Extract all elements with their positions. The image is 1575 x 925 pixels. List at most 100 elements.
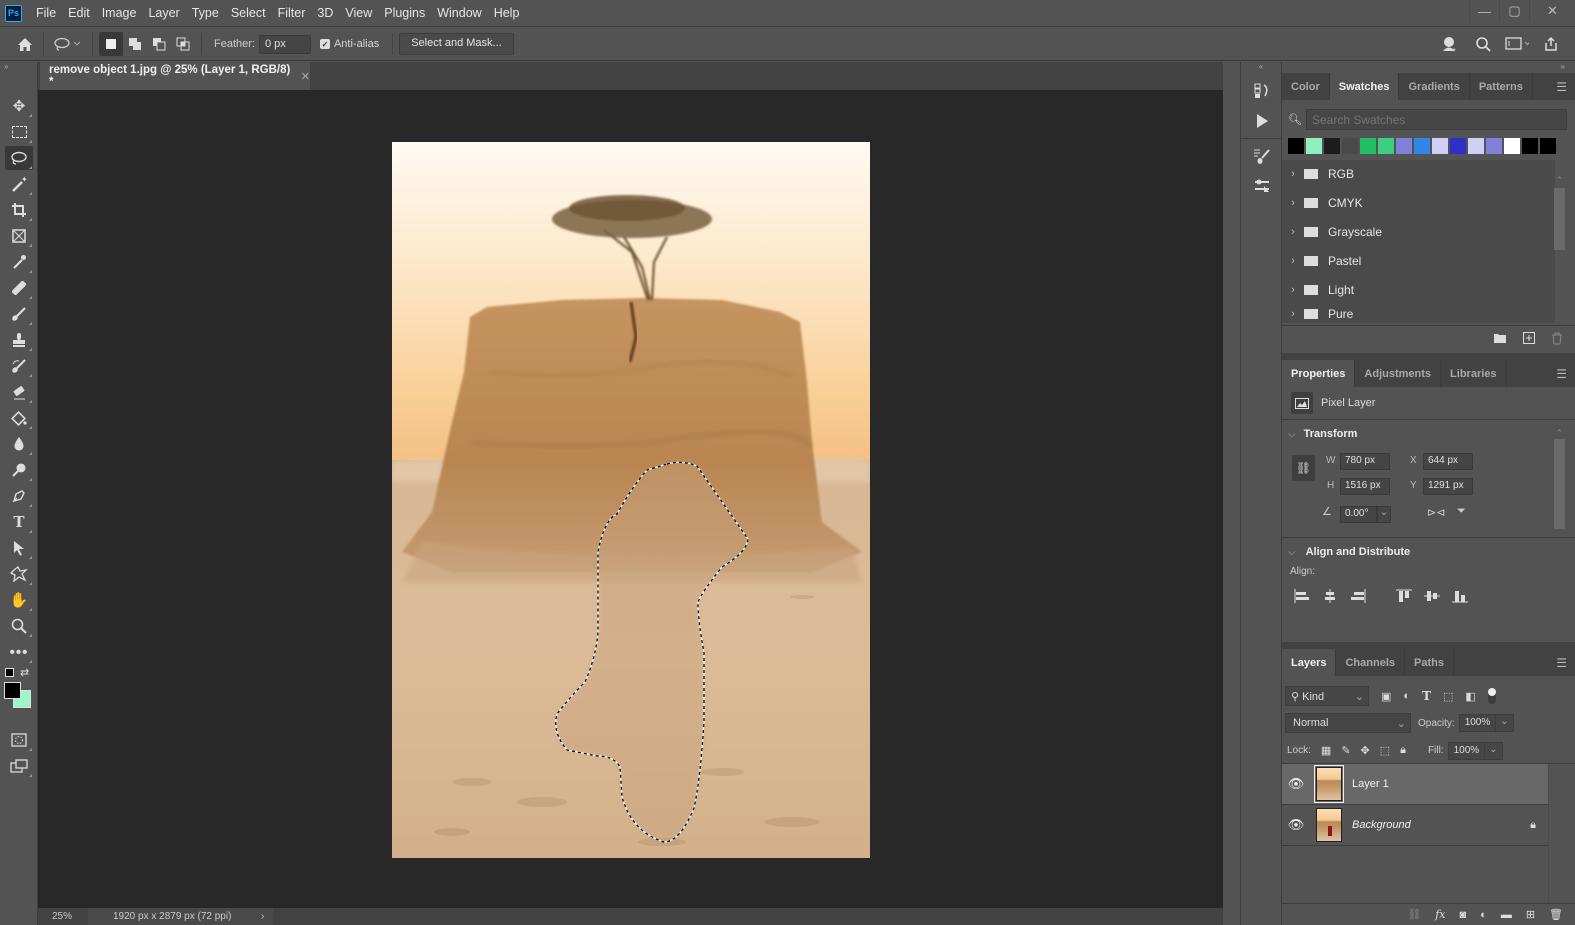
- swatch-chip[interactable]: [1540, 138, 1556, 154]
- add-layer-style-icon[interactable]: fx: [1435, 908, 1445, 921]
- move-tool-icon[interactable]: ✥: [5, 94, 33, 118]
- swatch-chip[interactable]: [1342, 138, 1358, 154]
- new-group-icon[interactable]: ▬: [1501, 909, 1512, 921]
- filter-pixel-icon[interactable]: ▣: [1381, 690, 1391, 703]
- filter-type-icon[interactable]: T: [1422, 689, 1431, 703]
- swatch-chip[interactable]: [1432, 138, 1448, 154]
- add-mask-icon[interactable]: ◙: [1460, 909, 1467, 921]
- opacity-value[interactable]: 100%: [1460, 715, 1496, 731]
- align-right-edges-icon[interactable]: [1350, 589, 1366, 603]
- layer-row-background[interactable]: 👁︎ Background 🔒︎: [1282, 805, 1548, 846]
- search-icon[interactable]: [1471, 32, 1495, 56]
- menu-select[interactable]: Select: [225, 0, 272, 27]
- properties-scrollbar[interactable]: ⌃: [1554, 428, 1565, 536]
- chevron-right-icon[interactable]: ›: [1282, 197, 1304, 209]
- swatch-chip[interactable]: [1288, 138, 1304, 154]
- link-layers-icon[interactable]: ⛓: [1407, 908, 1421, 921]
- document-image[interactable]: [392, 142, 870, 858]
- align-horizontal-centers-icon[interactable]: [1322, 589, 1338, 603]
- swap-colors-icon[interactable]: ⇄: [20, 666, 29, 679]
- layer-name[interactable]: Layer 1: [1352, 778, 1389, 790]
- close-window-button[interactable]: ✕: [1529, 0, 1575, 22]
- tab-adjustments[interactable]: Adjustments: [1355, 360, 1442, 387]
- menu-3d[interactable]: 3D: [311, 0, 339, 27]
- visibility-eye-icon[interactable]: 👁︎: [1282, 776, 1310, 792]
- new-group-folder-icon[interactable]: [1493, 333, 1507, 347]
- lasso-tool-preset-picker[interactable]: [50, 32, 86, 56]
- angle-dropdown[interactable]: ⌄: [1377, 506, 1391, 523]
- share-export-icon[interactable]: [1539, 32, 1563, 56]
- delete-layer-icon[interactable]: 🗑︎: [1549, 908, 1563, 921]
- search-swatches-input[interactable]: [1305, 109, 1567, 130]
- zoom-level[interactable]: 25%: [38, 911, 88, 922]
- flip-horizontal-icon[interactable]: ⊳⊲: [1427, 506, 1445, 519]
- actions-panel-icon[interactable]: [1247, 108, 1277, 134]
- history-panel-icon[interactable]: [1247, 78, 1277, 104]
- layer-row-layer-1[interactable]: 👁︎ Layer 1: [1282, 764, 1548, 805]
- tab-layers[interactable]: Layers: [1282, 649, 1337, 676]
- lock-all-icon[interactable]: 🔒︎: [1400, 744, 1406, 757]
- swatch-chip[interactable]: [1468, 138, 1484, 154]
- crop-tool-icon[interactable]: [5, 198, 33, 222]
- width-input[interactable]: 780 px: [1340, 453, 1390, 470]
- filter-adjustment-icon[interactable]: ◐: [1403, 690, 1410, 702]
- layer-name[interactable]: Background: [1352, 819, 1411, 831]
- flip-vertical-icon[interactable]: ⏷: [1457, 505, 1466, 518]
- intersect-selection-icon[interactable]: [171, 32, 195, 56]
- path-selection-tool-icon[interactable]: [5, 536, 33, 560]
- close-tab-icon[interactable]: ✕: [301, 70, 310, 83]
- menu-file[interactable]: File: [30, 0, 62, 27]
- swatch-chip[interactable]: [1324, 138, 1340, 154]
- filter-smart-object-icon[interactable]: ◧: [1465, 690, 1475, 703]
- zoom-tool-icon[interactable]: [5, 614, 33, 638]
- swatch-chip[interactable]: [1306, 138, 1322, 154]
- menu-image[interactable]: Image: [96, 0, 143, 27]
- document-tab[interactable]: remove object 1.jpg @ 25% (Layer 1, RGB/…: [40, 62, 310, 90]
- menu-edit[interactable]: Edit: [62, 0, 96, 27]
- lock-artboard-icon[interactable]: ⬚: [1380, 744, 1390, 757]
- status-menu-arrow-icon[interactable]: ›: [261, 911, 264, 922]
- tab-properties[interactable]: Properties: [1282, 360, 1356, 387]
- tab-swatches[interactable]: Swatches: [1329, 73, 1400, 100]
- swatch-group-rgb[interactable]: › RGB: [1282, 160, 1555, 189]
- new-adjustment-layer-icon[interactable]: ◐: [1480, 909, 1487, 921]
- align-left-edges-icon[interactable]: [1294, 589, 1310, 603]
- swatch-group-grayscale[interactable]: › Grayscale: [1282, 218, 1555, 247]
- swatch-chip[interactable]: [1414, 138, 1430, 154]
- visibility-eye-icon[interactable]: 👁︎: [1282, 817, 1310, 833]
- collapse-toolbar-icon[interactable]: »: [0, 62, 37, 74]
- lock-transparent-pixels-icon[interactable]: ▦: [1321, 744, 1331, 757]
- more-tools-icon[interactable]: •••: [5, 640, 33, 664]
- home-icon[interactable]: [13, 32, 37, 56]
- panel-menu-icon[interactable]: ☰: [1556, 656, 1567, 670]
- subtract-from-selection-icon[interactable]: [147, 32, 171, 56]
- tab-libraries[interactable]: Libraries: [1441, 360, 1507, 387]
- workspace-icon[interactable]: [1505, 32, 1529, 56]
- swatch-chip[interactable]: [1504, 138, 1520, 154]
- custom-shape-tool-icon[interactable]: [5, 562, 33, 586]
- swatch-chip[interactable]: [1378, 138, 1394, 154]
- clone-stamp-tool-icon[interactable]: [5, 328, 33, 352]
- link-dimensions-icon[interactable]: ⛓: [1292, 455, 1315, 481]
- new-selection-icon[interactable]: [99, 32, 123, 56]
- feather-input[interactable]: 0 px: [258, 34, 311, 54]
- swatch-chip[interactable]: [1360, 138, 1376, 154]
- chevron-right-icon[interactable]: ›: [1282, 284, 1304, 296]
- type-tool-icon[interactable]: T: [5, 510, 33, 534]
- swatch-group-light[interactable]: › Light: [1282, 276, 1555, 305]
- collapse-align-icon[interactable]: ⌵: [1288, 547, 1296, 558]
- delete-swatch-icon[interactable]: [1551, 332, 1563, 348]
- panel-menu-icon[interactable]: ☰: [1556, 80, 1567, 94]
- layer-lock-icon[interactable]: 🔒︎: [1530, 819, 1536, 832]
- hand-tool-icon[interactable]: ✋: [5, 588, 33, 612]
- height-input[interactable]: 1516 px: [1340, 478, 1390, 495]
- blend-mode-dropdown[interactable]: Normal ⌄: [1285, 713, 1411, 733]
- add-to-selection-icon[interactable]: [123, 32, 147, 56]
- menu-plugins[interactable]: Plugins: [378, 0, 431, 27]
- chevron-right-icon[interactable]: ›: [1282, 308, 1304, 320]
- tab-gradients[interactable]: Gradients: [1399, 73, 1470, 100]
- frame-tool-icon[interactable]: [5, 224, 33, 248]
- swatch-group-cmyk[interactable]: › CMYK: [1282, 189, 1555, 218]
- filter-shape-icon[interactable]: ⬚: [1443, 690, 1453, 703]
- eyedropper-tool-icon[interactable]: [5, 250, 33, 274]
